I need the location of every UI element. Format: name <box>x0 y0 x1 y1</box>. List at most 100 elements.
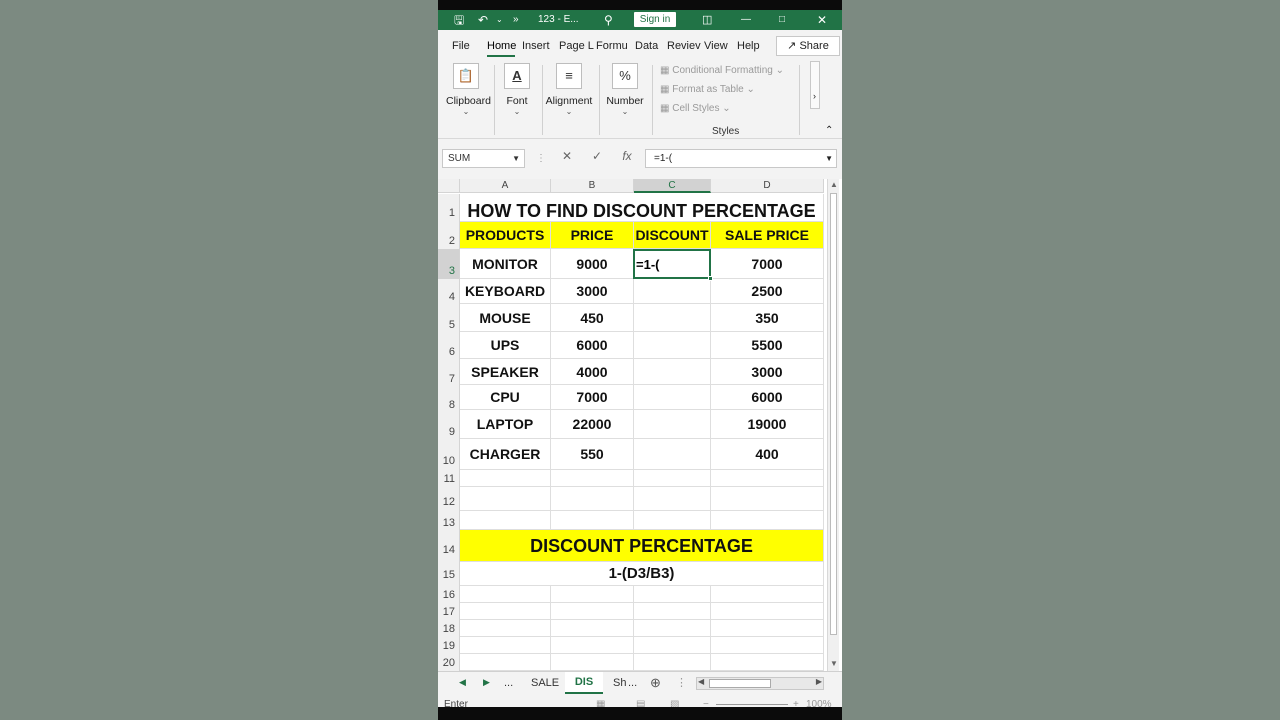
empty-cell[interactable] <box>460 603 551 620</box>
empty-cell[interactable] <box>711 654 824 671</box>
fill-handle[interactable] <box>708 276 713 281</box>
save-icon[interactable]: 🖫 <box>454 13 464 27</box>
empty-cell[interactable] <box>551 487 634 511</box>
cell-a5[interactable]: MOUSE <box>460 304 551 332</box>
horizontal-scrollbar[interactable]: ◀ ▶ <box>696 677 824 690</box>
row-header[interactable]: 3 <box>438 249 460 279</box>
row-header[interactable]: 17 <box>438 603 460 620</box>
prev-sheet-icon[interactable]: ◀ <box>459 677 466 688</box>
tab-home[interactable]: Home <box>487 40 516 52</box>
more-commands-icon[interactable]: » <box>513 13 519 27</box>
cell-a4[interactable]: KEYBOARD <box>460 279 551 304</box>
empty-cell[interactable] <box>460 511 551 530</box>
collapse-ribbon-icon[interactable]: ⌃ <box>825 125 833 136</box>
cell-d6[interactable]: 5500 <box>711 332 824 359</box>
row-header[interactable]: 11 <box>438 470 460 487</box>
empty-cell[interactable] <box>711 470 824 487</box>
cell-b10[interactable]: 550 <box>551 439 634 470</box>
scroll-down-icon[interactable]: ▼ <box>830 659 838 668</box>
cell-d4[interactable]: 2500 <box>711 279 824 304</box>
empty-cell[interactable] <box>551 620 634 637</box>
sheet-title-cell[interactable]: HOW TO FIND DISCOUNT PERCENTAGE <box>460 194 824 222</box>
empty-cell[interactable] <box>551 586 634 603</box>
row-header[interactable]: 14 <box>438 530 460 562</box>
cell-c9[interactable] <box>634 410 711 439</box>
scroll-left-icon[interactable]: ◀ <box>698 677 704 686</box>
chevron-down-icon[interactable]: ▼ <box>512 150 520 167</box>
scroll-right-icon[interactable]: ▶ <box>816 677 822 686</box>
format-as-table-button[interactable]: ▦ Format as Table ⌄ <box>660 83 784 102</box>
undo-dropdown-icon[interactable]: ⌄ <box>496 13 503 27</box>
header-cell-price[interactable]: PRICE <box>551 222 634 249</box>
cell-styles-button[interactable]: ▦ Cell Styles ⌄ <box>660 102 784 121</box>
cell-b4[interactable]: 3000 <box>551 279 634 304</box>
empty-cell[interactable] <box>551 654 634 671</box>
empty-cell[interactable] <box>634 511 711 530</box>
cell-d5[interactable]: 350 <box>711 304 824 332</box>
column-header-a[interactable]: A <box>460 179 551 193</box>
row-header[interactable]: 2 <box>438 222 460 249</box>
column-header-c[interactable]: C <box>634 179 711 193</box>
tab-help[interactable]: Help <box>737 40 760 52</box>
cell-a3[interactable]: MONITOR <box>460 249 551 279</box>
cell-a7[interactable]: SPEAKER <box>460 359 551 385</box>
font-group[interactable]: A Font ⌄ <box>500 63 534 116</box>
empty-cell[interactable] <box>711 586 824 603</box>
ribbon-display-icon[interactable]: ◫ <box>702 13 712 27</box>
empty-cell[interactable] <box>460 654 551 671</box>
minimize-icon[interactable]: — <box>741 13 751 27</box>
more-sheets-right[interactable]: ... <box>628 677 637 689</box>
ribbon-scroll[interactable] <box>810 61 820 109</box>
cell-d8[interactable]: 6000 <box>711 385 824 410</box>
cell-d3[interactable]: 7000 <box>711 249 824 279</box>
empty-cell[interactable] <box>711 620 824 637</box>
row-header[interactable]: 16 <box>438 586 460 603</box>
tab-view[interactable]: View <box>704 40 728 52</box>
empty-cell[interactable] <box>634 637 711 654</box>
empty-cell[interactable] <box>634 654 711 671</box>
cell-c4[interactable] <box>634 279 711 304</box>
tab-review[interactable]: Reviev <box>667 40 701 52</box>
insert-function-icon[interactable]: fx <box>612 149 642 163</box>
empty-cell[interactable] <box>711 511 824 530</box>
empty-cell[interactable] <box>634 487 711 511</box>
drag-handle-icon[interactable]: ⋮ <box>536 153 546 164</box>
header-cell-products[interactable]: PRODUCTS <box>460 222 551 249</box>
horizontal-scroll-thumb[interactable] <box>709 679 771 688</box>
maximize-icon[interactable]: □ <box>779 13 785 27</box>
empty-cell[interactable] <box>551 637 634 654</box>
row-header[interactable]: 9 <box>438 410 460 439</box>
tab-insert[interactable]: Insert <box>522 40 550 52</box>
cell-b6[interactable]: 6000 <box>551 332 634 359</box>
number-group[interactable]: % Number ⌄ <box>604 63 646 116</box>
share-button[interactable]: ↗ Share <box>776 36 840 56</box>
tab-formulas[interactable]: Formu <box>596 40 628 52</box>
header-cell-sale-price[interactable]: SALE PRICE <box>711 222 824 249</box>
zoom-slider[interactable] <box>716 704 788 705</box>
empty-cell[interactable] <box>634 470 711 487</box>
empty-cell[interactable] <box>460 487 551 511</box>
cell-b9[interactable]: 22000 <box>551 410 634 439</box>
cancel-icon[interactable]: ✕ <box>552 149 582 163</box>
row-header[interactable]: 20 <box>438 654 460 671</box>
conditional-formatting-button[interactable]: ▦ Conditional Formatting ⌄ <box>660 64 784 83</box>
row-header[interactable]: 13 <box>438 511 460 530</box>
row-header[interactable]: 8 <box>438 385 460 411</box>
scroll-up-icon[interactable]: ▲ <box>830 180 838 189</box>
cell-a9[interactable]: LAPTOP <box>460 410 551 439</box>
row-header[interactable]: 19 <box>438 637 460 654</box>
vertical-scroll-thumb[interactable] <box>830 193 837 635</box>
chevron-right-icon[interactable]: › <box>813 91 816 101</box>
cell-b8[interactable]: 7000 <box>551 385 634 410</box>
name-box[interactable]: SUM ▼ <box>442 149 525 168</box>
row-header[interactable]: 18 <box>438 620 460 637</box>
next-sheet-icon[interactable]: ▶ <box>483 677 490 688</box>
close-icon[interactable]: ✕ <box>817 13 827 27</box>
enter-icon[interactable]: ✓ <box>582 149 612 163</box>
cell-d9[interactable]: 19000 <box>711 410 824 439</box>
sheet-tab-sale[interactable]: SALE <box>531 677 559 689</box>
cell-d10[interactable]: 400 <box>711 439 824 470</box>
more-sheets-left[interactable]: ... <box>504 677 513 689</box>
cell-c8[interactable] <box>634 385 711 410</box>
cell-b7[interactable]: 4000 <box>551 359 634 385</box>
